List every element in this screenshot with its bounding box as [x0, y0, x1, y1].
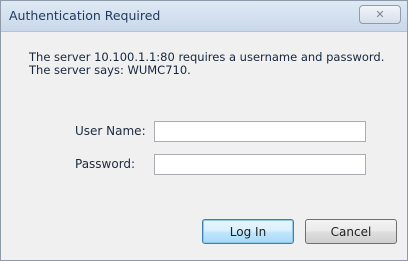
username-label: User Name:: [75, 124, 146, 138]
login-button[interactable]: Log In: [202, 219, 294, 244]
cancel-button[interactable]: Cancel: [305, 219, 397, 244]
password-input[interactable]: [154, 154, 366, 175]
window-title: Authentication Required: [9, 8, 161, 23]
close-button[interactable]: ✕: [359, 5, 401, 24]
auth-dialog: Authentication Required ✕ The server 10.…: [0, 0, 408, 261]
username-input[interactable]: [154, 121, 366, 142]
server-message: The server 10.100.1.1:80 requires a user…: [29, 51, 384, 77]
message-line-2: The server says: WUMC710.: [29, 63, 191, 77]
password-label: Password:: [75, 157, 136, 171]
close-icon: ✕: [375, 8, 385, 21]
title-bar[interactable]: Authentication Required ✕: [1, 1, 407, 32]
